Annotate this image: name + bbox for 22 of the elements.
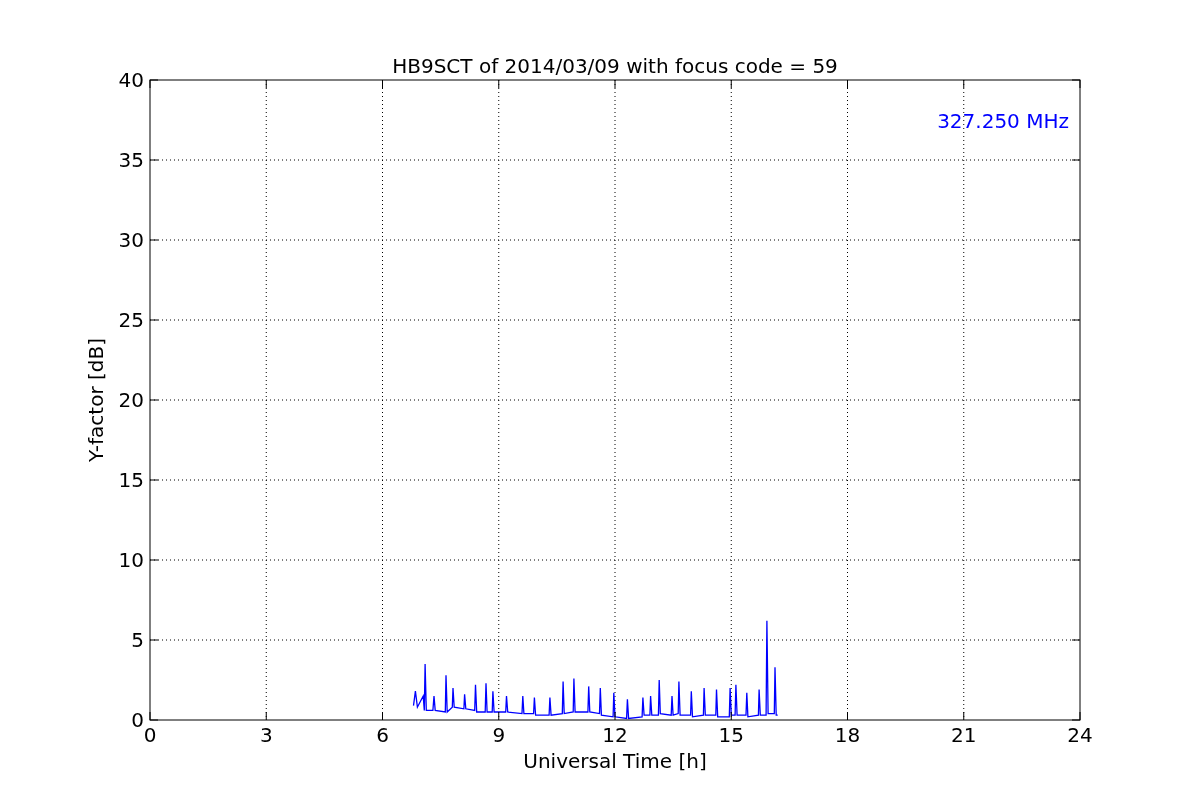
chart-title: HB9SCT of 2014/03/09 with focus code = 59 [392,54,838,78]
y-tick-label: 25 [118,308,144,332]
y-tick-label: 0 [131,708,144,732]
y-tick-label: 40 [118,68,144,92]
x-tick-label: 9 [492,723,506,747]
x-tick-label: 0 [143,723,157,747]
x-axis-label: Universal Time [h] [523,749,707,773]
y-tick-label: 10 [118,548,144,572]
x-tick-label: 24 [1067,723,1093,747]
x-tick-label: 6 [376,723,389,747]
y-tick-label: 20 [118,388,144,412]
y-tick-label: 30 [118,228,144,252]
frequency-annotation: 327.250 MHz [937,109,1069,133]
x-tick-label: 15 [718,723,744,747]
x-tick-label: 12 [602,723,628,747]
x-tick-label: 18 [834,723,861,747]
y-tick-label: 15 [118,468,144,492]
x-tick-label: 3 [259,723,273,747]
y-tick-label: 5 [131,628,144,652]
y-tick-label: 35 [118,148,144,172]
y-axis-label: Y-factor [dB] [84,338,108,462]
x-tick-label: 21 [951,723,977,747]
